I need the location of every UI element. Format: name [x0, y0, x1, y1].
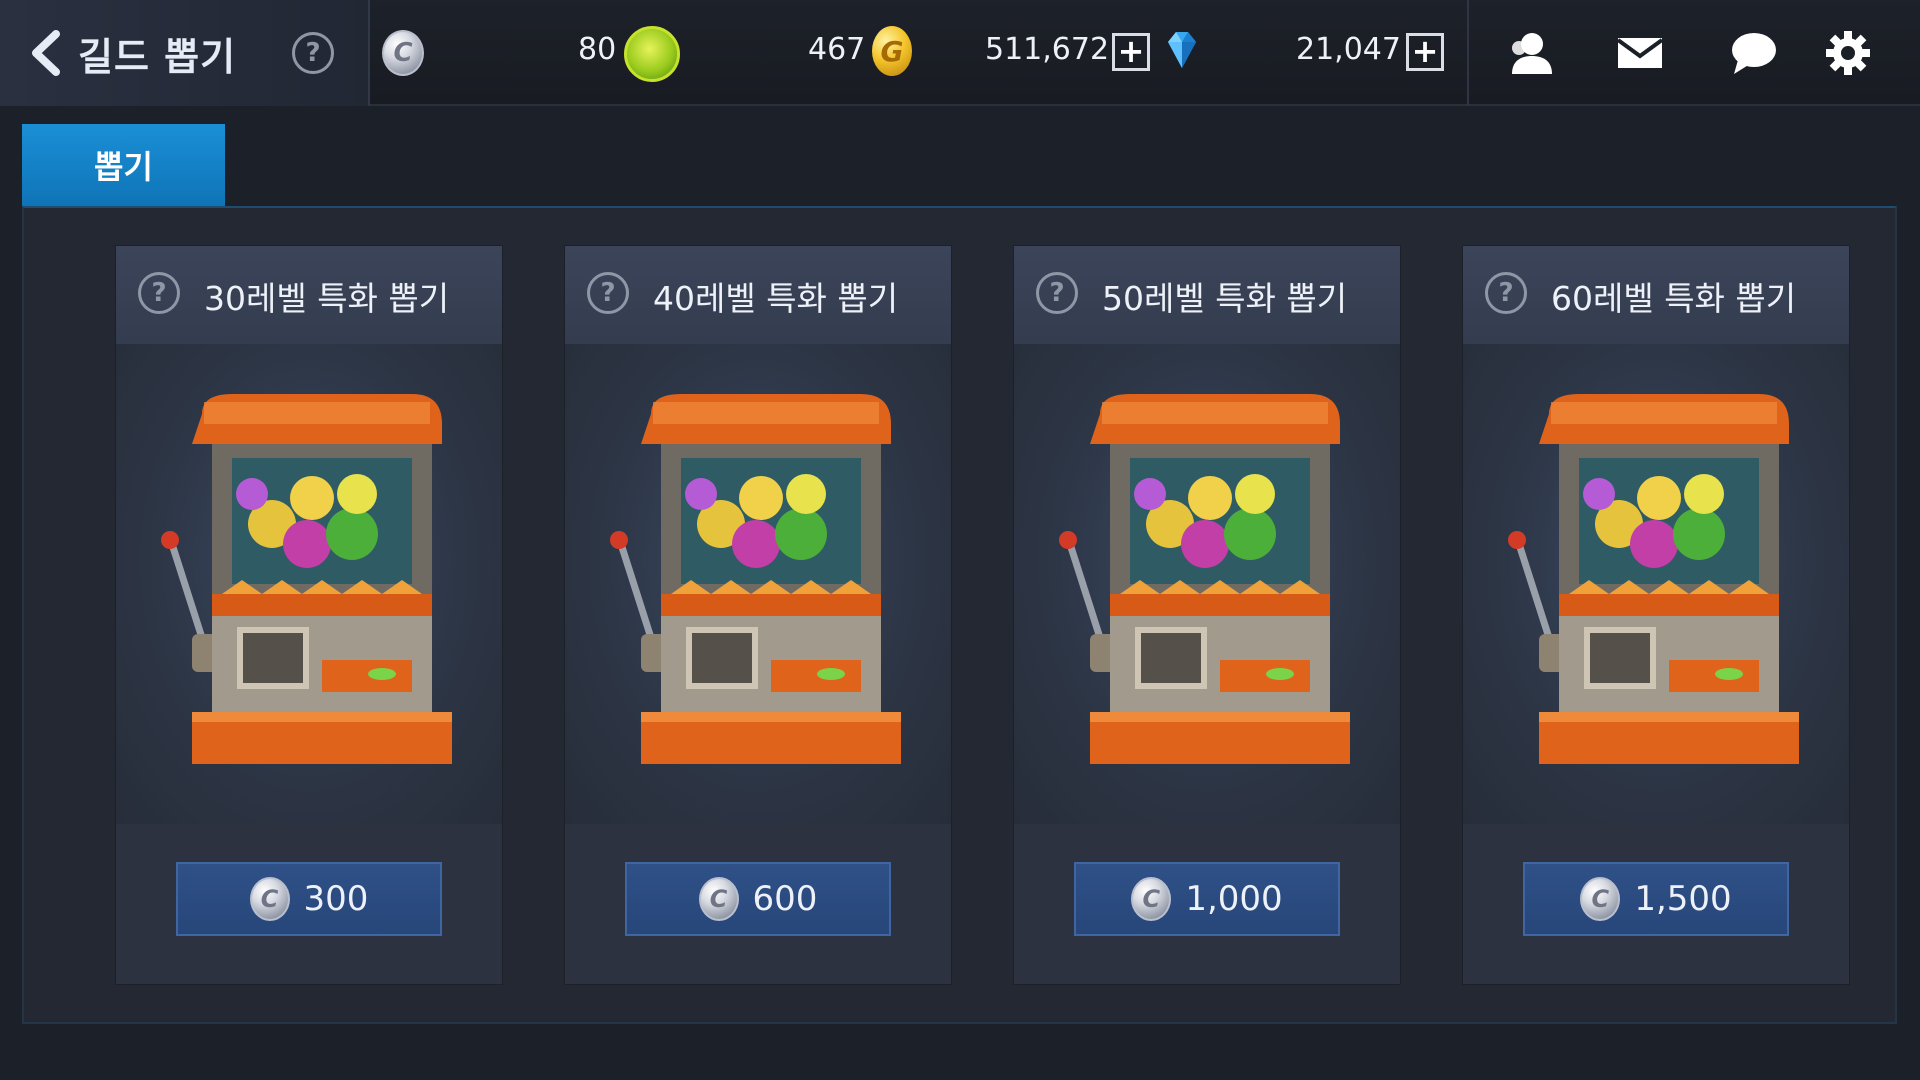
card-header: ? 30레벨 특화 뽑기	[116, 246, 502, 344]
secondary-currency-value: 21,047	[1296, 32, 1401, 67]
help-icon[interactable]: ?	[587, 272, 629, 314]
guild-coin-icon: C	[698, 877, 739, 921]
price-value: 1,500	[1634, 879, 1732, 919]
tab-draw[interactable]: 뽑기	[22, 124, 225, 206]
card-title: 60레벨 특화 뽑기	[1551, 279, 1797, 318]
friends-icon[interactable]	[1504, 28, 1556, 78]
chat-icon[interactable]	[1728, 28, 1780, 78]
card-header: ? 60레벨 특화 뽑기	[1463, 246, 1849, 344]
top-divider	[1467, 0, 1469, 106]
card-header: ? 50레벨 특화 뽑기	[1014, 246, 1400, 344]
help-icon[interactable]: ?	[1485, 272, 1527, 314]
gold-coin-icon: G	[872, 26, 912, 76]
help-icon[interactable]: ?	[1036, 272, 1078, 314]
help-icon[interactable]: ?	[138, 272, 180, 314]
card-footer: C 1,000	[1014, 824, 1400, 984]
diamond-icon	[1168, 32, 1196, 68]
settings-gear-icon[interactable]	[1822, 28, 1874, 78]
card-title: 30레벨 특화 뽑기	[204, 279, 450, 318]
guild-coin-icon: C	[382, 30, 424, 76]
gacha-machine-icon	[610, 394, 901, 764]
card-footer: C 600	[565, 824, 951, 984]
card-footer: C 300	[116, 824, 502, 984]
guild-coin-icon: C	[1131, 877, 1172, 921]
draw-card-level-40[interactable]: ? 40레벨 특화 뽑기 C 600	[565, 246, 951, 984]
card-art	[1463, 344, 1849, 824]
page-title: 길드 뽑기	[78, 35, 237, 79]
title-block: 길드 뽑기 ?	[0, 0, 370, 106]
add-currency-button[interactable]: +	[1406, 33, 1444, 71]
guild-coin-icon: C	[1580, 877, 1621, 921]
card-header: ? 40레벨 특화 뽑기	[565, 246, 951, 344]
buy-button-level-40[interactable]: C 600	[625, 862, 891, 936]
add-gems-button[interactable]: +	[1112, 33, 1150, 71]
top-bar: 길드 뽑기 ? C 80 467 G 511,672 + 21,047 +	[0, 0, 1920, 106]
buy-button-level-60[interactable]: C 1,500	[1523, 862, 1789, 936]
help-icon[interactable]: ?	[292, 32, 334, 74]
mail-icon[interactable]	[1614, 28, 1666, 78]
buy-button-level-50[interactable]: C 1,000	[1074, 862, 1340, 936]
card-art	[116, 344, 502, 824]
price-value: 600	[752, 879, 818, 919]
price-value: 300	[303, 879, 369, 919]
card-title: 40레벨 특화 뽑기	[653, 279, 899, 318]
gem-currency-value: 511,672	[985, 32, 1110, 67]
draw-card-level-30[interactable]: ? 30레벨 특화 뽑기 C 300	[116, 246, 502, 984]
card-art	[565, 344, 951, 824]
gacha-machine-icon	[1508, 394, 1799, 764]
price-value: 1,000	[1185, 879, 1283, 919]
draw-panel: ? 30레벨 특화 뽑기 C 300 ? 40레벨 특화 뽑기 C 600 ? …	[22, 206, 1897, 1024]
draw-card-level-50[interactable]: ? 50레벨 특화 뽑기 C 1,000	[1014, 246, 1400, 984]
gacha-machine-icon	[161, 394, 452, 764]
laurel-currency-value: 80	[578, 32, 617, 67]
card-footer: C 1,500	[1463, 824, 1849, 984]
draw-card-level-60[interactable]: ? 60레벨 특화 뽑기 C 1,500	[1463, 246, 1849, 984]
laurel-coin-icon	[624, 26, 680, 82]
buy-button-level-30[interactable]: C 300	[176, 862, 442, 936]
card-art	[1014, 344, 1400, 824]
guild-coin-icon: C	[249, 877, 290, 921]
back-arrow-icon[interactable]	[28, 30, 64, 76]
card-title: 50레벨 특화 뽑기	[1102, 279, 1348, 318]
gacha-machine-icon	[1059, 394, 1350, 764]
gold-currency-value: 467	[808, 32, 866, 67]
